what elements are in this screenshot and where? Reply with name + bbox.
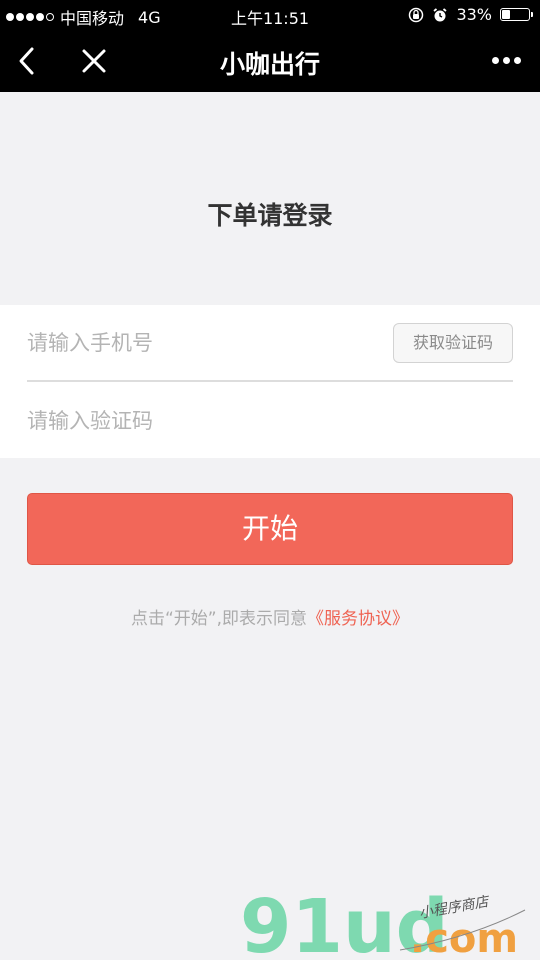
agreement-prefix: 点击“开始”,即表示同意	[130, 609, 308, 629]
battery-icon	[500, 8, 533, 21]
more-dot-icon	[491, 56, 499, 64]
more-dot-icon	[502, 56, 510, 64]
orientation-lock-icon	[409, 7, 424, 22]
get-verification-code-button[interactable]: 获取验证码	[393, 323, 513, 363]
phone-number-input[interactable]	[27, 325, 367, 361]
more-options-button[interactable]	[486, 50, 526, 70]
agreement-text: 点击“开始”,即表示同意《服务协议》	[0, 604, 540, 629]
alarm-clock-icon	[433, 7, 447, 21]
service-agreement-link[interactable]: 《服务协议》	[307, 609, 409, 629]
more-dot-icon	[513, 56, 521, 64]
verification-code-input[interactable]	[27, 403, 427, 439]
start-button[interactable]: 开始	[27, 493, 513, 565]
watermark-logo: 91ud .com 小程序商店	[240, 888, 526, 956]
login-heading: 下单请登录	[207, 201, 333, 230]
status-right: 33%	[408, 5, 533, 24]
watermark-domain: .com	[410, 916, 518, 956]
form-divider	[27, 380, 513, 382]
page-title: 小咖出行	[219, 50, 320, 79]
battery-percent: 33%	[456, 5, 492, 24]
login-form: 获取验证码	[0, 305, 540, 458]
status-bar: 中国移动 4G 上午11:51 33%	[0, 0, 540, 30]
nav-bar: 小咖出行	[0, 30, 540, 92]
